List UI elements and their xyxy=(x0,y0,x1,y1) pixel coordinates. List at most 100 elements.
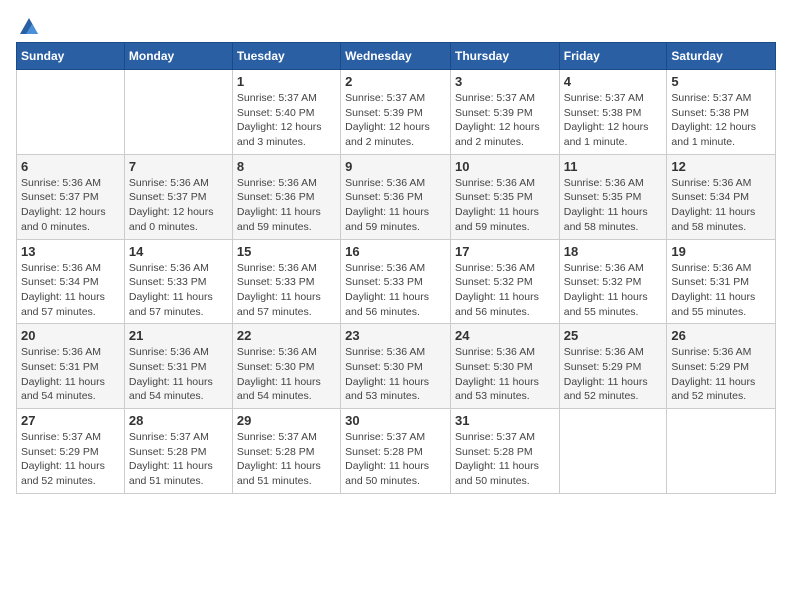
calendar-cell: 26 Sunrise: 5:36 AM Sunset: 5:29 PM Dayli… xyxy=(667,324,776,409)
calendar-cell: 3Sunrise: 5:37 AM Sunset: 5:39 PM Daylig… xyxy=(450,70,559,155)
calendar-cell: 10 Sunrise: 5:36 AM Sunset: 5:35 PM Dayli… xyxy=(450,154,559,239)
day-number: 30 xyxy=(345,413,446,428)
day-info: Sunrise: 5:37 AM Sunset: 5:29 PM Dayligh… xyxy=(21,430,120,489)
calendar-week-row: 20 Sunrise: 5:36 AM Sunset: 5:31 PM Dayli… xyxy=(17,324,776,409)
day-number: 21 xyxy=(129,328,228,343)
day-number: 19 xyxy=(671,244,771,259)
calendar-table: SundayMondayTuesdayWednesdayThursdayFrid… xyxy=(16,42,776,494)
day-number: 6 xyxy=(21,159,120,174)
day-info: Sunrise: 5:36 AM Sunset: 5:30 PM Dayligh… xyxy=(237,345,336,404)
day-info: Sunrise: 5:36 AM Sunset: 5:32 PM Dayligh… xyxy=(455,261,555,320)
calendar-cell: 12Sunrise: 5:36 AM Sunset: 5:34 PM Dayli… xyxy=(667,154,776,239)
day-number: 31 xyxy=(455,413,555,428)
day-number: 12 xyxy=(671,159,771,174)
calendar-cell: 17 Sunrise: 5:36 AM Sunset: 5:32 PM Dayli… xyxy=(450,239,559,324)
calendar-cell: 23Sunrise: 5:36 AM Sunset: 5:30 PM Dayli… xyxy=(341,324,451,409)
day-number: 2 xyxy=(345,74,446,89)
day-info: Sunrise: 5:37 AM Sunset: 5:39 PM Dayligh… xyxy=(345,91,446,150)
calendar-cell: 24 Sunrise: 5:36 AM Sunset: 5:30 PM Dayli… xyxy=(450,324,559,409)
weekday-header-saturday: Saturday xyxy=(667,43,776,70)
calendar-cell: 14 Sunrise: 5:36 AM Sunset: 5:33 PM Dayli… xyxy=(124,239,232,324)
day-info: Sunrise: 5:36 AM Sunset: 5:37 PM Dayligh… xyxy=(21,176,120,235)
day-info: Sunrise: 5:36 AM Sunset: 5:31 PM Dayligh… xyxy=(21,345,120,404)
day-number: 24 xyxy=(455,328,555,343)
weekday-header-thursday: Thursday xyxy=(450,43,559,70)
day-number: 8 xyxy=(237,159,336,174)
weekday-header-tuesday: Tuesday xyxy=(232,43,340,70)
day-number: 23 xyxy=(345,328,446,343)
day-number: 16 xyxy=(345,244,446,259)
calendar-cell: 5 Sunrise: 5:37 AM Sunset: 5:38 PM Daylig… xyxy=(667,70,776,155)
day-number: 9 xyxy=(345,159,446,174)
calendar-cell: 21Sunrise: 5:36 AM Sunset: 5:31 PM Dayli… xyxy=(124,324,232,409)
day-info: Sunrise: 5:37 AM Sunset: 5:28 PM Dayligh… xyxy=(129,430,228,489)
day-info: Sunrise: 5:36 AM Sunset: 5:35 PM Dayligh… xyxy=(564,176,663,235)
day-number: 29 xyxy=(237,413,336,428)
calendar-cell: 22 Sunrise: 5:36 AM Sunset: 5:30 PM Dayli… xyxy=(232,324,340,409)
calendar-cell xyxy=(17,70,125,155)
calendar-week-row: 6 Sunrise: 5:36 AM Sunset: 5:37 PM Daylig… xyxy=(17,154,776,239)
day-info: Sunrise: 5:36 AM Sunset: 5:36 PM Dayligh… xyxy=(345,176,446,235)
calendar-cell: 15 Sunrise: 5:36 AM Sunset: 5:33 PM Dayli… xyxy=(232,239,340,324)
day-number: 7 xyxy=(129,159,228,174)
day-info: Sunrise: 5:37 AM Sunset: 5:28 PM Dayligh… xyxy=(345,430,446,489)
day-number: 27 xyxy=(21,413,120,428)
logo-icon xyxy=(18,16,40,38)
day-number: 4 xyxy=(564,74,663,89)
day-info: Sunrise: 5:36 AM Sunset: 5:30 PM Dayligh… xyxy=(455,345,555,404)
calendar-cell: 18Sunrise: 5:36 AM Sunset: 5:32 PM Dayli… xyxy=(559,239,667,324)
calendar-cell: 16 Sunrise: 5:36 AM Sunset: 5:33 PM Dayli… xyxy=(341,239,451,324)
day-number: 5 xyxy=(671,74,771,89)
day-info: Sunrise: 5:36 AM Sunset: 5:33 PM Dayligh… xyxy=(345,261,446,320)
calendar-cell: 9 Sunrise: 5:36 AM Sunset: 5:36 PM Daylig… xyxy=(341,154,451,239)
day-number: 17 xyxy=(455,244,555,259)
day-number: 10 xyxy=(455,159,555,174)
calendar-cell xyxy=(559,409,667,494)
day-number: 28 xyxy=(129,413,228,428)
day-info: Sunrise: 5:36 AM Sunset: 5:33 PM Dayligh… xyxy=(129,261,228,320)
day-info: Sunrise: 5:36 AM Sunset: 5:34 PM Dayligh… xyxy=(21,261,120,320)
day-info: Sunrise: 5:36 AM Sunset: 5:32 PM Dayligh… xyxy=(564,261,663,320)
calendar-cell xyxy=(667,409,776,494)
day-info: Sunrise: 5:36 AM Sunset: 5:33 PM Dayligh… xyxy=(237,261,336,320)
day-number: 25 xyxy=(564,328,663,343)
day-info: Sunrise: 5:37 AM Sunset: 5:28 PM Dayligh… xyxy=(237,430,336,489)
calendar-cell: 30 Sunrise: 5:37 AM Sunset: 5:28 PM Dayli… xyxy=(341,409,451,494)
logo xyxy=(16,16,42,34)
day-number: 26 xyxy=(671,328,771,343)
day-info: Sunrise: 5:36 AM Sunset: 5:36 PM Dayligh… xyxy=(237,176,336,235)
day-info: Sunrise: 5:37 AM Sunset: 5:40 PM Dayligh… xyxy=(237,91,336,150)
calendar-cell: 4Sunrise: 5:37 AM Sunset: 5:38 PM Daylig… xyxy=(559,70,667,155)
day-info: Sunrise: 5:37 AM Sunset: 5:39 PM Dayligh… xyxy=(455,91,555,150)
day-number: 11 xyxy=(564,159,663,174)
calendar-week-row: 1 Sunrise: 5:37 AM Sunset: 5:40 PM Daylig… xyxy=(17,70,776,155)
calendar-week-row: 27 Sunrise: 5:37 AM Sunset: 5:29 PM Dayli… xyxy=(17,409,776,494)
calendar-cell: 25 Sunrise: 5:36 AM Sunset: 5:29 PM Dayli… xyxy=(559,324,667,409)
calendar-cell: 11 Sunrise: 5:36 AM Sunset: 5:35 PM Dayli… xyxy=(559,154,667,239)
calendar-cell: 20 Sunrise: 5:36 AM Sunset: 5:31 PM Dayli… xyxy=(17,324,125,409)
calendar-cell: 19 Sunrise: 5:36 AM Sunset: 5:31 PM Dayli… xyxy=(667,239,776,324)
weekday-header-wednesday: Wednesday xyxy=(341,43,451,70)
weekday-header-friday: Friday xyxy=(559,43,667,70)
calendar-cell: 7 Sunrise: 5:36 AM Sunset: 5:37 PM Daylig… xyxy=(124,154,232,239)
day-number: 22 xyxy=(237,328,336,343)
calendar-cell: 13 Sunrise: 5:36 AM Sunset: 5:34 PM Dayli… xyxy=(17,239,125,324)
page-header xyxy=(16,16,776,34)
day-number: 14 xyxy=(129,244,228,259)
day-info: Sunrise: 5:36 AM Sunset: 5:29 PM Dayligh… xyxy=(671,345,771,404)
calendar-cell: 28 Sunrise: 5:37 AM Sunset: 5:28 PM Dayli… xyxy=(124,409,232,494)
calendar-cell xyxy=(124,70,232,155)
day-info: Sunrise: 5:36 AM Sunset: 5:37 PM Dayligh… xyxy=(129,176,228,235)
day-info: Sunrise: 5:36 AM Sunset: 5:31 PM Dayligh… xyxy=(671,261,771,320)
calendar-cell: 1 Sunrise: 5:37 AM Sunset: 5:40 PM Daylig… xyxy=(232,70,340,155)
calendar-cell: 2 Sunrise: 5:37 AM Sunset: 5:39 PM Daylig… xyxy=(341,70,451,155)
weekday-header-sunday: Sunday xyxy=(17,43,125,70)
day-info: Sunrise: 5:37 AM Sunset: 5:38 PM Dayligh… xyxy=(671,91,771,150)
day-number: 15 xyxy=(237,244,336,259)
weekday-header-monday: Monday xyxy=(124,43,232,70)
day-info: Sunrise: 5:36 AM Sunset: 5:29 PM Dayligh… xyxy=(564,345,663,404)
day-number: 1 xyxy=(237,74,336,89)
day-number: 20 xyxy=(21,328,120,343)
day-number: 13 xyxy=(21,244,120,259)
day-info: Sunrise: 5:36 AM Sunset: 5:35 PM Dayligh… xyxy=(455,176,555,235)
